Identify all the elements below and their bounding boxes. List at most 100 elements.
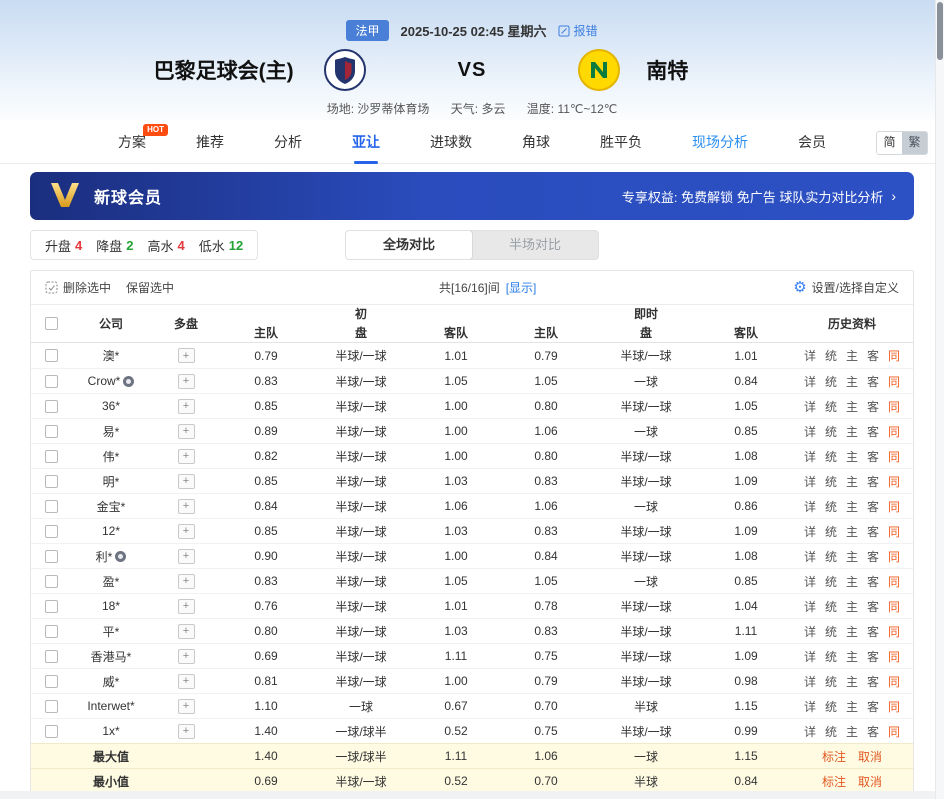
tab-进球数[interactable]: 进球数 <box>430 120 472 164</box>
tab-推荐[interactable]: 推荐 <box>196 120 224 164</box>
history-link-same[interactable]: 同 <box>888 623 900 640</box>
history-link-away[interactable]: 客 <box>867 347 879 364</box>
history-link-away[interactable]: 客 <box>867 648 879 665</box>
history-link-home[interactable]: 主 <box>846 347 858 364</box>
settings-control[interactable]: ⚙ 设置/选择自定义 <box>793 279 899 296</box>
history-link-home[interactable]: 主 <box>846 398 858 415</box>
history-link-away[interactable]: 客 <box>867 373 879 390</box>
expand-multi-odds-button[interactable]: + <box>178 449 195 464</box>
history-link-stats[interactable]: 统 <box>825 523 837 540</box>
history-link-stats[interactable]: 统 <box>825 347 837 364</box>
row-checkbox[interactable] <box>45 700 58 713</box>
history-link-home[interactable]: 主 <box>846 598 858 615</box>
expand-multi-odds-button[interactable]: + <box>178 499 195 514</box>
row-checkbox[interactable] <box>45 500 58 513</box>
history-link-same[interactable]: 同 <box>888 723 900 740</box>
history-link-same[interactable]: 同 <box>888 347 900 364</box>
history-link-home[interactable]: 主 <box>846 473 858 490</box>
company-cell[interactable]: 18* <box>71 599 151 613</box>
company-cell[interactable]: 盈* <box>71 573 151 590</box>
filter-stat-高水[interactable]: 高水4 <box>148 236 185 255</box>
keep-selected-button[interactable]: 保留选中 <box>126 279 174 296</box>
tab-胜平负[interactable]: 胜平负 <box>600 120 642 164</box>
history-link-away[interactable]: 客 <box>867 623 879 640</box>
company-cell[interactable]: 金宝* <box>71 498 151 515</box>
lang-traditional-button[interactable]: 繁 <box>902 132 927 154</box>
lang-simplified-button[interactable]: 简 <box>877 132 902 154</box>
filter-stat-升盘[interactable]: 升盘4 <box>45 236 82 255</box>
history-link-home[interactable]: 主 <box>846 373 858 390</box>
select-all-checkbox[interactable] <box>45 317 58 330</box>
history-link-away[interactable]: 客 <box>867 473 879 490</box>
history-link-stats[interactable]: 统 <box>825 723 837 740</box>
history-link-detail[interactable]: 详 <box>804 573 816 590</box>
history-link-same[interactable]: 同 <box>888 673 900 690</box>
history-link-away[interactable]: 客 <box>867 573 879 590</box>
history-link-detail[interactable]: 详 <box>804 548 816 565</box>
row-checkbox[interactable] <box>45 625 58 638</box>
company-cell[interactable]: 平* <box>71 623 151 640</box>
league-badge[interactable]: 法甲 <box>346 20 388 41</box>
scrollbar[interactable] <box>935 0 944 799</box>
row-checkbox[interactable] <box>45 525 58 538</box>
history-link-stats[interactable]: 统 <box>825 373 837 390</box>
expand-multi-odds-button[interactable]: + <box>178 424 195 439</box>
history-link-same[interactable]: 同 <box>888 398 900 415</box>
history-link-away[interactable]: 客 <box>867 698 879 715</box>
row-checkbox[interactable] <box>45 600 58 613</box>
history-link-home[interactable]: 主 <box>846 648 858 665</box>
company-cell[interactable]: 香港马* <box>71 648 151 665</box>
delete-selected-button[interactable]: 删除选中 <box>63 279 111 296</box>
history-link-home[interactable]: 主 <box>846 623 858 640</box>
history-link-same[interactable]: 同 <box>888 373 900 390</box>
history-link-detail[interactable]: 详 <box>804 347 816 364</box>
tab-现场分析[interactable]: 现场分析 <box>692 120 748 164</box>
toggle-半场对比[interactable]: 半场对比 <box>472 231 598 259</box>
expand-multi-odds-button[interactable]: + <box>178 724 195 739</box>
history-link-stats[interactable]: 统 <box>825 448 837 465</box>
company-cell[interactable]: 澳* <box>71 347 151 364</box>
company-cell[interactable]: 12* <box>71 524 151 538</box>
expand-multi-odds-button[interactable]: + <box>178 474 195 489</box>
cancel-link[interactable]: 取消 <box>858 773 882 790</box>
cancel-link[interactable]: 取消 <box>858 748 882 765</box>
report-error-link[interactable]: 报错 <box>558 22 597 39</box>
vip-banner[interactable]: 新球会员 专享权益: 免费解锁 免广告 球队实力对比分析 › <box>30 172 914 220</box>
history-link-home[interactable]: 主 <box>846 523 858 540</box>
history-link-away[interactable]: 客 <box>867 598 879 615</box>
history-link-away[interactable]: 客 <box>867 548 879 565</box>
history-link-detail[interactable]: 详 <box>804 723 816 740</box>
expand-multi-odds-button[interactable]: + <box>178 599 195 614</box>
history-link-home[interactable]: 主 <box>846 573 858 590</box>
history-link-stats[interactable]: 统 <box>825 473 837 490</box>
history-link-same[interactable]: 同 <box>888 698 900 715</box>
row-checkbox[interactable] <box>45 650 58 663</box>
history-link-home[interactable]: 主 <box>846 698 858 715</box>
history-link-stats[interactable]: 统 <box>825 498 837 515</box>
history-link-detail[interactable]: 详 <box>804 448 816 465</box>
history-link-same[interactable]: 同 <box>888 548 900 565</box>
history-link-detail[interactable]: 详 <box>804 623 816 640</box>
mark-link[interactable]: 标注 <box>822 748 846 765</box>
history-link-detail[interactable]: 详 <box>804 673 816 690</box>
row-checkbox[interactable] <box>45 400 58 413</box>
tab-角球[interactable]: 角球 <box>522 120 550 164</box>
company-cell[interactable]: Crow* <box>71 374 151 388</box>
company-cell[interactable]: 易* <box>71 423 151 440</box>
expand-multi-odds-button[interactable]: + <box>178 524 195 539</box>
company-cell[interactable]: 威* <box>71 673 151 690</box>
expand-multi-odds-button[interactable]: + <box>178 348 195 363</box>
history-link-same[interactable]: 同 <box>888 498 900 515</box>
history-link-detail[interactable]: 详 <box>804 698 816 715</box>
history-link-detail[interactable]: 详 <box>804 373 816 390</box>
history-link-detail[interactable]: 详 <box>804 648 816 665</box>
vip-benefits[interactable]: 专享权益: 免费解锁 免广告 球队实力对比分析 › <box>622 187 896 206</box>
history-link-same[interactable]: 同 <box>888 473 900 490</box>
expand-multi-odds-button[interactable]: + <box>178 624 195 639</box>
row-checkbox[interactable] <box>45 550 58 563</box>
history-link-detail[interactable]: 详 <box>804 523 816 540</box>
expand-multi-odds-button[interactable]: + <box>178 374 195 389</box>
expand-multi-odds-button[interactable]: + <box>178 649 195 664</box>
history-link-same[interactable]: 同 <box>888 448 900 465</box>
history-link-stats[interactable]: 统 <box>825 623 837 640</box>
